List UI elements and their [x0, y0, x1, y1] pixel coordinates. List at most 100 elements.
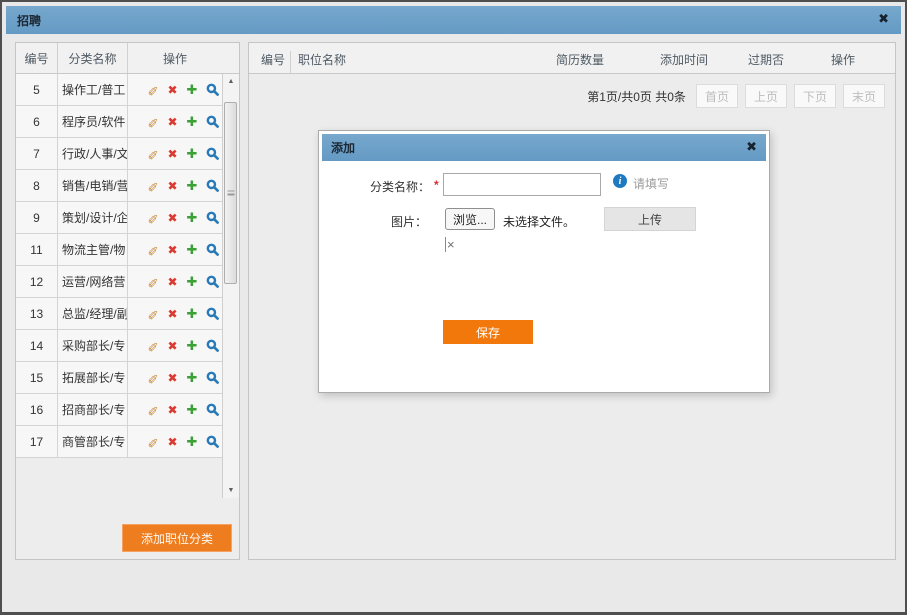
category-name: 运营/网络营	[58, 266, 128, 298]
category-table-header: 编号 分类名称 操作	[16, 43, 239, 74]
category-id: 14	[16, 330, 58, 362]
scrollbar-thumb[interactable]	[224, 102, 237, 284]
search-icon[interactable]	[206, 179, 219, 192]
header-resume-count: 简历数量	[556, 51, 604, 68]
category-name: 招商部长/专	[58, 394, 128, 426]
search-icon[interactable]	[206, 83, 219, 96]
table-row: 8 销售/电销/营 ✎ ✖ ✚	[16, 170, 239, 202]
delete-icon[interactable]: ✖	[167, 275, 177, 289]
edit-icon[interactable]: ✎	[148, 402, 159, 418]
category-id: 6	[16, 106, 58, 138]
search-icon[interactable]	[206, 403, 219, 416]
add-icon[interactable]: ✚	[187, 146, 198, 162]
search-icon[interactable]	[206, 435, 219, 448]
delete-icon[interactable]: ✖	[167, 339, 177, 353]
search-icon[interactable]	[206, 339, 219, 352]
delete-icon[interactable]: ✖	[167, 147, 177, 161]
next-page-button[interactable]: 下页	[794, 84, 836, 108]
edit-icon[interactable]: ✎	[148, 114, 159, 130]
pagination-summary: 第1页/共0页 共0条	[587, 88, 686, 105]
add-icon[interactable]: ✚	[187, 434, 198, 450]
delete-icon[interactable]: ✖	[167, 307, 177, 321]
category-name: 拓展部长/专	[58, 362, 128, 394]
scroll-up-icon[interactable]: ▲	[224, 74, 238, 89]
vertical-scrollbar[interactable]: ▲ ▼	[222, 74, 239, 498]
table-row: 5 操作工/普工 ✎ ✖ ✚	[16, 74, 239, 106]
edit-icon[interactable]: ✎	[148, 82, 159, 98]
delete-icon[interactable]: ✖	[167, 435, 177, 449]
add-icon[interactable]: ✚	[187, 114, 198, 130]
broken-image-icon: ×	[445, 237, 455, 252]
add-icon[interactable]: ✚	[187, 178, 198, 194]
edit-icon[interactable]: ✎	[148, 306, 159, 322]
delete-icon[interactable]: ✖	[167, 371, 177, 385]
add-icon[interactable]: ✚	[187, 82, 198, 98]
window-close-icon[interactable]: ✖	[878, 11, 889, 27]
search-icon[interactable]	[206, 371, 219, 384]
add-icon[interactable]: ✚	[187, 306, 198, 322]
edit-icon[interactable]: ✎	[148, 338, 159, 354]
table-row: 16 招商部长/专 ✎ ✖ ✚	[16, 394, 239, 426]
edit-icon[interactable]: ✎	[148, 434, 159, 450]
edit-icon[interactable]: ✎	[148, 178, 159, 194]
table-row: 11 物流主管/物 ✎ ✖ ✚	[16, 234, 239, 266]
edit-icon[interactable]: ✎	[148, 370, 159, 386]
header-position-name: 职位名称	[298, 51, 346, 68]
delete-icon[interactable]: ✖	[167, 179, 177, 193]
table-row: 9 策划/设计/企 ✎ ✖ ✚	[16, 202, 239, 234]
delete-icon[interactable]: ✖	[167, 83, 177, 97]
header-scrollbar-spacer	[222, 43, 239, 73]
add-category-button[interactable]: 添加职位分类	[122, 524, 232, 552]
category-name-input[interactable]	[443, 173, 601, 196]
delete-icon[interactable]: ✖	[167, 211, 177, 225]
required-mark: *	[434, 178, 439, 192]
search-icon[interactable]	[206, 243, 219, 256]
window-titlebar: 招聘 ✖	[6, 6, 901, 34]
category-name-label: 分类名称：	[322, 178, 430, 195]
category-id: 11	[16, 234, 58, 266]
category-table: 编号 分类名称 操作 5 操作工/普工 ✎ ✖ ✚ 6 程序员/软件 ✎	[16, 43, 239, 458]
add-icon[interactable]: ✚	[187, 242, 198, 258]
edit-icon[interactable]: ✎	[148, 146, 159, 162]
browse-button[interactable]: 浏览...	[445, 208, 495, 230]
category-name: 商管部长/专	[58, 426, 128, 458]
save-button[interactable]: 保存	[443, 320, 533, 344]
edit-icon[interactable]: ✎	[148, 274, 159, 290]
search-icon[interactable]	[206, 275, 219, 288]
pagination: 第1页/共0页 共0条 首页 上页 下页 末页	[587, 84, 885, 108]
add-icon[interactable]: ✚	[187, 402, 198, 418]
edit-icon[interactable]: ✎	[148, 242, 159, 258]
add-icon[interactable]: ✚	[187, 210, 198, 226]
dialog-close-icon[interactable]: ✖	[746, 139, 757, 155]
info-icon: i	[613, 174, 627, 188]
table-row: 13 总监/经理/副 ✎ ✖ ✚	[16, 298, 239, 330]
positions-table-header: 编号 职位名称 简历数量 添加时间 过期否 操作	[249, 43, 895, 74]
add-icon[interactable]: ✚	[187, 370, 198, 386]
header-id: 编号	[261, 51, 285, 68]
dialog-title: 添加	[322, 139, 355, 156]
table-row: 12 运营/网络营 ✎ ✖ ✚	[16, 266, 239, 298]
category-name: 操作工/普工	[58, 74, 128, 106]
delete-icon[interactable]: ✖	[167, 243, 177, 257]
add-icon[interactable]: ✚	[187, 274, 198, 290]
category-name: 总监/经理/副	[58, 298, 128, 330]
edit-icon[interactable]: ✎	[148, 210, 159, 226]
window-title: 招聘	[6, 12, 41, 29]
search-icon[interactable]	[206, 307, 219, 320]
table-row: 14 采购部长/专 ✎ ✖ ✚	[16, 330, 239, 362]
scroll-down-icon[interactable]: ▼	[224, 483, 238, 498]
category-id: 17	[16, 426, 58, 458]
header-actions: 操作	[128, 43, 222, 73]
add-icon[interactable]: ✚	[187, 338, 198, 354]
delete-icon[interactable]: ✖	[167, 115, 177, 129]
first-page-button[interactable]: 首页	[696, 84, 738, 108]
search-icon[interactable]	[206, 211, 219, 224]
search-icon[interactable]	[206, 147, 219, 160]
delete-icon[interactable]: ✖	[167, 403, 177, 417]
upload-button[interactable]: 上传	[604, 207, 696, 231]
last-page-button[interactable]: 末页	[843, 84, 885, 108]
prev-page-button[interactable]: 上页	[745, 84, 787, 108]
table-row: 17 商管部长/专 ✎ ✖ ✚	[16, 426, 239, 458]
search-icon[interactable]	[206, 115, 219, 128]
header-added-time: 添加时间	[660, 51, 708, 68]
